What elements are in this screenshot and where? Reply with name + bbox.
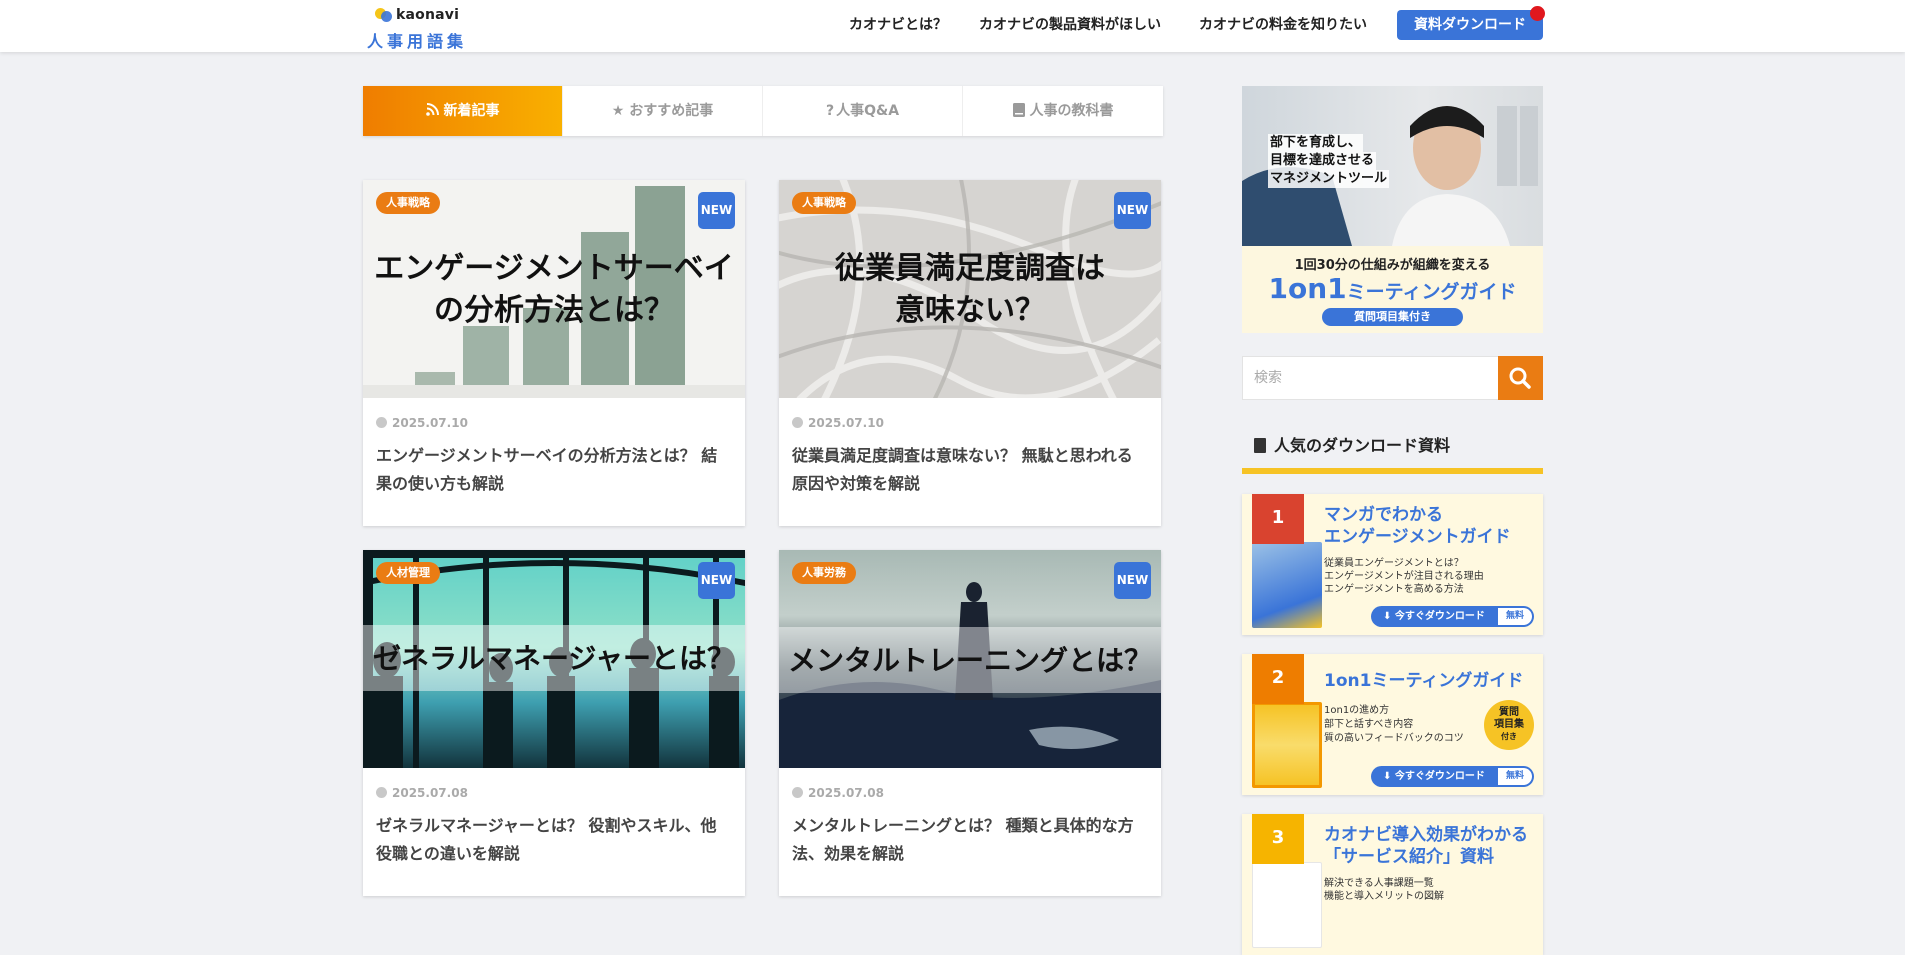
category-tag[interactable]: 人材管理 xyxy=(376,562,440,584)
banner-caption: 1回30分の仕組みが組織を変える xyxy=(1294,258,1491,273)
logo-text: kaonavi xyxy=(396,7,460,23)
download-title: 1on1ミーティングガイド xyxy=(1324,671,1524,691)
question-icon: ? xyxy=(825,103,835,119)
category-tag[interactable]: 人事戦略 xyxy=(792,192,856,214)
tab-hr-textbook[interactable]: 人事の教科書 xyxy=(963,86,1163,136)
article-card[interactable]: 人事戦略 NEW 従業員満足度調査は 意味ない？ 2025.07.10 従業員満… xyxy=(779,180,1161,526)
download-item-2[interactable]: 2 1on1ミーティングガイド 1on1の進め方 部下と話すべき内容 質の高いフ… xyxy=(1242,654,1543,795)
logo-subtitle: 人事用語集 xyxy=(367,32,468,51)
nav-about[interactable]: カオナビとは？ xyxy=(849,14,947,34)
category-tag[interactable]: 人事戦略 xyxy=(376,192,440,214)
tab-hr-qa[interactable]: ? 人事Q&A xyxy=(763,86,963,136)
download-item-3[interactable]: 3 カオナビ導入効果がわかる 「サービス紹介」資料 解決できる人事課題一覧 機能… xyxy=(1242,814,1543,955)
rank-badge: 2 xyxy=(1252,654,1304,704)
article-title[interactable]: メンタルトレーニングとは？ 種類と具体的な方法、効果を解説 xyxy=(792,812,1142,868)
article-thumbnail: 人事労務 NEW メンタルトレーニングとは？ xyxy=(779,550,1161,768)
banner-photo: 部下を育成し、 目標を達成させる マネジメントツール xyxy=(1242,86,1543,246)
download-button[interactable]: 資料ダウンロード xyxy=(1397,10,1543,40)
article-card[interactable]: 人事労務 NEW メンタルトレーニングとは？ 2025.07.08 メンタルトレ… xyxy=(779,550,1161,896)
banner-title: 1on1ミーティングガイド xyxy=(1268,272,1517,305)
thumbnail-headline: ゼネラルマネージャーとは？ xyxy=(372,642,736,675)
article-thumbnail: 人材管理 NEW ゼネラルマネージャーとは？ xyxy=(363,550,745,768)
nav-product-docs[interactable]: カオナビの製品資料がほしい xyxy=(979,14,1161,34)
tab-recommended[interactable]: ★ おすすめ記事 xyxy=(563,86,763,136)
nav-pricing[interactable]: カオナビの料金を知りたい xyxy=(1199,14,1367,34)
article-card[interactable]: 人材管理 NEW ゼネラルマネージャーとは？ 2025.07.08 ゼネラルマネ… xyxy=(363,550,745,896)
article-thumbnail: 人事戦略 NEW 従業員満足度調査は 意味ない？ xyxy=(779,180,1161,398)
thumbnail-headline: メンタルトレーニングとは？ xyxy=(787,644,1152,677)
search-box xyxy=(1242,356,1543,400)
search-input[interactable] xyxy=(1243,357,1499,399)
new-badge: NEW xyxy=(698,562,735,599)
new-badge: NEW xyxy=(1114,562,1151,599)
search-button[interactable] xyxy=(1498,356,1543,400)
notification-dot xyxy=(1530,6,1545,21)
article-date: 2025.07.08 xyxy=(792,786,884,800)
rank-badge: 1 xyxy=(1252,494,1304,544)
banner-pill: 質問項目集付き xyxy=(1322,308,1463,326)
clock-icon xyxy=(792,417,803,428)
clock-icon xyxy=(792,787,803,798)
article-title[interactable]: エンゲージメントサーベイの分析方法とは？ 結果の使い方も解説 xyxy=(376,442,726,498)
article-title[interactable]: ゼネラルマネージャーとは？ 役割やスキル、他役職との違いを解説 xyxy=(376,812,726,868)
new-badge: NEW xyxy=(698,192,735,229)
download-title: カオナビ導入効果がわかる 「サービス紹介」資料 xyxy=(1324,825,1528,867)
popular-downloads-heading: 人気のダウンロード資料 xyxy=(1242,428,1543,474)
star-icon: ★ xyxy=(611,103,625,119)
download-icon: ⬇ xyxy=(1383,771,1395,782)
article-date: 2025.07.10 xyxy=(792,416,884,430)
rank-badge: 3 xyxy=(1252,814,1304,864)
book-icon xyxy=(1012,103,1025,117)
download-icon: ⬇ xyxy=(1383,611,1395,622)
one-on-one-guide-banner[interactable]: 部下を育成し、 目標を達成させる マネジメントツール 1回30分の仕組みが組織を… xyxy=(1242,86,1543,333)
article-title[interactable]: 従業員満足度調査は意味ない？ 無駄と思われる原因や対策を解説 xyxy=(792,442,1142,498)
document-icon xyxy=(1254,438,1266,453)
article-date: 2025.07.10 xyxy=(376,416,468,430)
article-tabs: 新着記事 ★ おすすめ記事 ? 人事Q&A 人事の教科書 xyxy=(363,86,1163,136)
download-title: マンガでわかる エンゲージメントガイド xyxy=(1324,505,1511,547)
download-now-button[interactable]: ⬇ 今すぐダウンロード 無料 xyxy=(1371,606,1534,627)
search-icon xyxy=(1509,367,1531,389)
article-card[interactable]: 人事戦略 NEW エンゲージメントサーベイ の分析方法とは？ 2025.07.1… xyxy=(363,180,745,526)
engagement-guide-cover xyxy=(1252,542,1322,628)
new-badge: NEW xyxy=(1114,192,1151,229)
kaonavi-logo-icon xyxy=(375,6,393,22)
clock-icon xyxy=(376,417,387,428)
download-item-1[interactable]: 1 マンガでわかる エンゲージメントガイド 従業員エンゲージメントとは？ エンゲ… xyxy=(1242,494,1543,635)
site-logo[interactable]: kaonavi 人事用語集 xyxy=(367,4,477,51)
download-now-button[interactable]: ⬇ 今すぐダウンロード 無料 xyxy=(1371,766,1534,787)
thumbnail-headline: エンゲージメントサーベイ の分析方法とは？ xyxy=(374,251,734,328)
question-collection-badge: 質問 項目集 付き xyxy=(1484,700,1534,750)
rss-icon xyxy=(425,103,439,116)
tab-new-articles[interactable]: 新着記事 xyxy=(363,86,563,136)
one-on-one-guide-cover xyxy=(1252,702,1322,788)
site-header: kaonavi 人事用語集 カオナビとは？ カオナビの製品資料がほしい カオナビ… xyxy=(0,0,1905,52)
clock-icon xyxy=(376,787,387,798)
service-intro-cover xyxy=(1252,862,1322,948)
thumbnail-headline: 従業員満足度調査は 意味ない？ xyxy=(835,251,1105,328)
article-thumbnail: 人事戦略 NEW エンゲージメントサーベイ の分析方法とは？ xyxy=(363,180,745,398)
article-date: 2025.07.08 xyxy=(376,786,468,800)
category-tag[interactable]: 人事労務 xyxy=(792,562,856,584)
